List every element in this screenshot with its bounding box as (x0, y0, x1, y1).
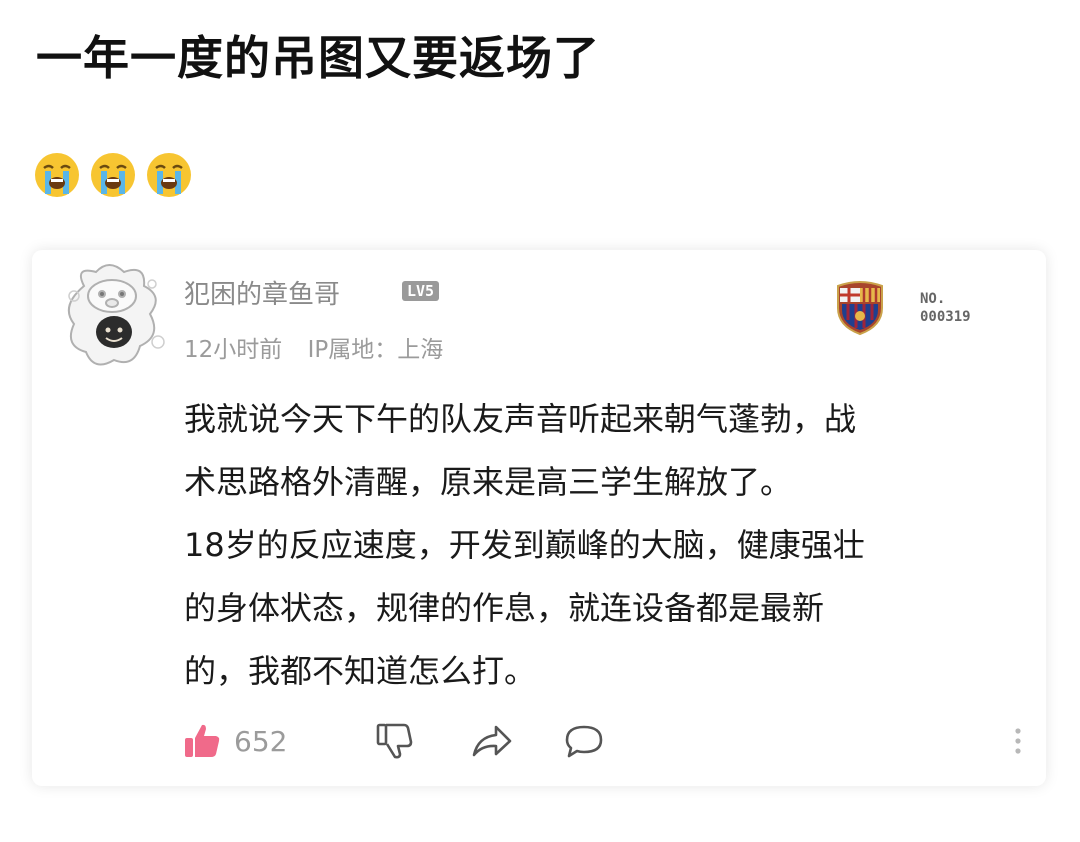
share-icon (470, 721, 514, 761)
reply-button[interactable] (562, 718, 606, 764)
more-options-button[interactable] (1012, 718, 1024, 764)
crying-face-emoji (35, 153, 79, 197)
comment-line: 18岁的反应速度，开发到巅峰的大脑，健康强壮 (184, 526, 865, 564)
level-badge: LV5 (402, 281, 440, 301)
dislike-button[interactable] (374, 718, 414, 764)
like-button[interactable]: 652 (182, 718, 287, 764)
crying-face-emoji (91, 153, 135, 197)
ip-location: IP属地：上海 (307, 337, 444, 363)
badge-number-prefix: NO. (920, 291, 946, 307)
post-title: 一年一度的吊图又要返场了 (36, 31, 600, 85)
more-vertical-icon (1012, 721, 1024, 761)
username[interactable]: 犯困的章鱼哥 (184, 274, 340, 311)
comment-time: 12小时前 (184, 337, 283, 363)
comment-text: 我就说今天下午的队友声音听起来朝气蓬勃，战 术思路格外清醒，原来是高三学生解放了… (184, 388, 1014, 703)
emoji-row (32, 150, 194, 200)
comment-line: 我就说今天下午的队友声音听起来朝气蓬勃，战 (184, 400, 857, 438)
team-crest-icon (837, 281, 883, 336)
comment-icon (562, 721, 606, 761)
comment-meta: 12小时前 IP属地：上海 (184, 330, 443, 364)
share-button[interactable] (470, 718, 514, 764)
comment-line: 术思路格外清醒，原来是高三学生解放了。 (184, 463, 793, 501)
badge-number: NO. 000319 (920, 290, 971, 326)
like-count: 652 (234, 724, 288, 758)
comment-card: 犯困的章鱼哥 LV5 12小时前 IP属地：上海 NO. 000319 我就说今… (32, 250, 1046, 786)
comment-actions: 652 (182, 718, 1022, 768)
crying-face-emoji (147, 153, 191, 197)
avatar[interactable] (54, 256, 184, 380)
comment-line: 的身体状态，规律的作息，就连设备都是最新 (184, 589, 825, 627)
comment-line: 的，我都不知道怎么打。 (184, 652, 537, 690)
badge-number-value: 000319 (920, 309, 971, 325)
thumbs-up-icon (182, 721, 222, 761)
thumbs-down-icon (374, 721, 414, 761)
